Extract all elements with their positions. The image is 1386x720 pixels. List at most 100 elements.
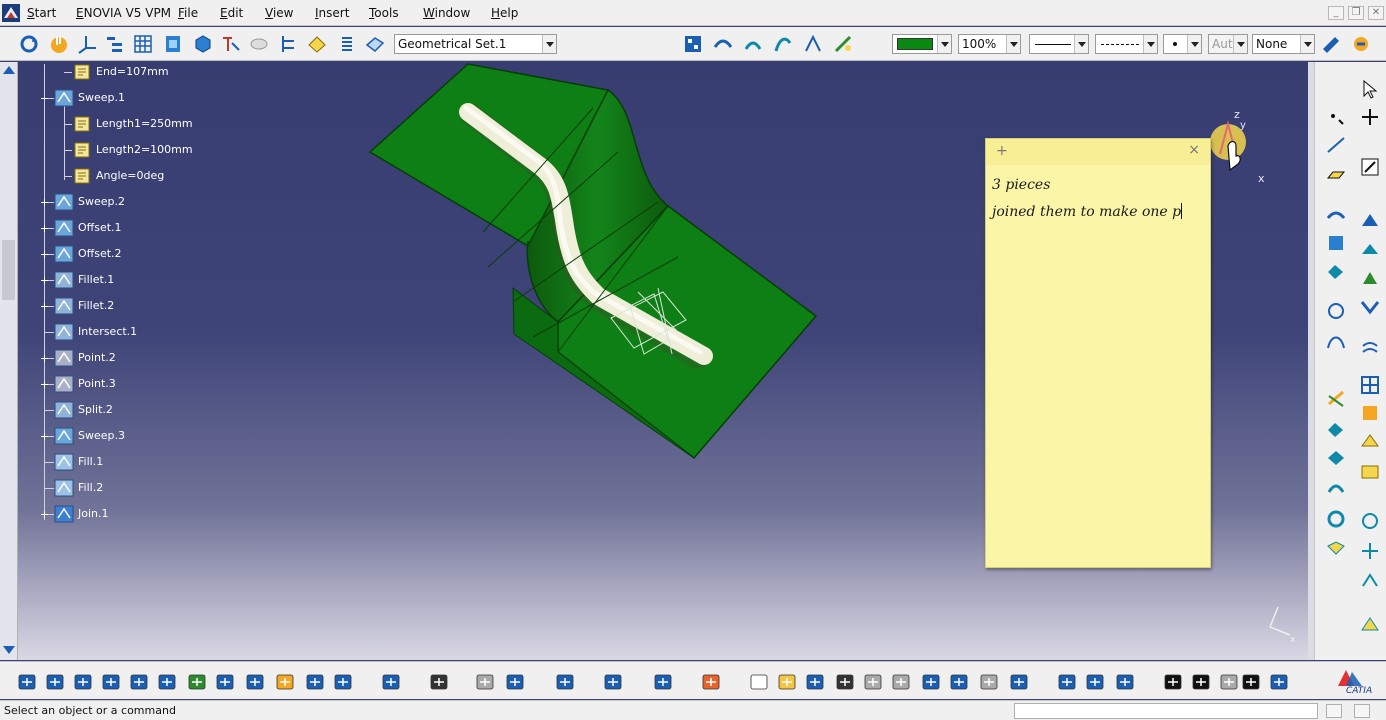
knowledge-icon[interactable] xyxy=(1114,671,1136,693)
cut-icon[interactable] xyxy=(862,671,884,693)
fly-mode-icon[interactable] xyxy=(16,671,38,693)
menu-help[interactable]: Help xyxy=(491,6,518,20)
minimize-icon[interactable]: _ xyxy=(1328,6,1344,20)
camera-icon[interactable] xyxy=(428,671,450,693)
undo-icon[interactable] xyxy=(948,671,970,693)
reorder-icon[interactable] xyxy=(1268,671,1290,693)
transform-icon[interactable] xyxy=(1325,448,1347,470)
axis-system-icon[interactable] xyxy=(76,33,98,55)
status-button-icon[interactable] xyxy=(1354,704,1370,718)
print-icon[interactable] xyxy=(834,671,856,693)
pan-icon[interactable] xyxy=(72,671,94,693)
line-icon[interactable] xyxy=(1325,134,1347,156)
expand-plus-icon[interactable] xyxy=(41,381,48,388)
new-icon[interactable] xyxy=(748,671,770,693)
expand-plus-icon[interactable] xyxy=(41,355,48,362)
offset-icon[interactable] xyxy=(1359,338,1381,360)
fit-all-icon[interactable] xyxy=(44,671,66,693)
healing-icon[interactable] xyxy=(1359,430,1381,452)
redo-icon[interactable] xyxy=(978,671,1000,693)
expand-plus-icon[interactable] xyxy=(41,433,48,440)
swap-space-icon[interactable] xyxy=(332,671,354,693)
develop-icon[interactable] xyxy=(1359,614,1381,636)
extrude-icon[interactable] xyxy=(1359,210,1381,232)
graph-icon[interactable] xyxy=(652,671,674,693)
cut-plane-icon[interactable] xyxy=(474,671,496,693)
3d-point-icon[interactable] xyxy=(1359,106,1381,128)
scale-icon[interactable] xyxy=(1325,508,1347,530)
reflect-line-icon[interactable] xyxy=(1325,260,1347,282)
extremum-icon[interactable] xyxy=(1359,540,1381,562)
zoom-in-icon[interactable] xyxy=(128,671,150,693)
transparency-dropdown[interactable]: 100% xyxy=(958,34,1021,54)
paste-icon[interactable] xyxy=(920,671,942,693)
body-icon[interactable] xyxy=(162,33,184,55)
close-icon[interactable]: ✕ xyxy=(1368,6,1384,20)
normal-view-icon[interactable] xyxy=(186,671,208,693)
measure-icon[interactable] xyxy=(602,671,624,693)
point-icon[interactable] xyxy=(1325,106,1347,128)
close-note-icon[interactable]: × xyxy=(1188,142,1200,158)
join-icon[interactable] xyxy=(1325,418,1347,440)
symmetry-icon[interactable] xyxy=(1325,478,1347,500)
formula-icon[interactable] xyxy=(1162,671,1184,693)
comment-icon[interactable] xyxy=(1190,671,1212,693)
sketch-edit-icon[interactable] xyxy=(1359,156,1381,178)
solid-icon[interactable] xyxy=(192,33,214,55)
linestyle-dropdown[interactable] xyxy=(1095,34,1158,54)
list-icon[interactable] xyxy=(336,33,358,55)
table-icon[interactable] xyxy=(1240,671,1262,693)
expand-plus-icon[interactable] xyxy=(41,511,48,518)
sphere-icon[interactable] xyxy=(1359,268,1381,290)
expand-plus-icon[interactable] xyxy=(41,251,48,258)
expand-plus-icon[interactable] xyxy=(41,199,48,206)
snap-icon[interactable] xyxy=(220,33,242,55)
law-icon[interactable] xyxy=(1359,570,1381,592)
cylinder-icon[interactable] xyxy=(1359,296,1381,318)
extrapolate-icon[interactable] xyxy=(802,33,824,55)
combine-icon[interactable] xyxy=(1325,232,1347,254)
catalog-icon[interactable] xyxy=(1084,671,1106,693)
deform-icon[interactable] xyxy=(712,33,734,55)
affinity-icon[interactable] xyxy=(1325,538,1347,560)
painter-icon[interactable] xyxy=(1320,33,1342,55)
select-arrow-icon[interactable] xyxy=(1359,78,1381,100)
sticky-note[interactable]: + × 3 pieces joined them to make one p xyxy=(985,138,1211,568)
menu-file[interactable]: File xyxy=(178,6,198,20)
compass-icon[interactable] xyxy=(1056,671,1078,693)
save-icon[interactable] xyxy=(804,671,826,693)
section-icon[interactable] xyxy=(504,671,526,693)
shading-icon[interactable] xyxy=(274,671,296,693)
iso-view-icon[interactable] xyxy=(244,671,266,693)
whats-this-icon[interactable] xyxy=(1008,671,1030,693)
apply-material-icon[interactable] xyxy=(682,33,704,55)
expand-plus-icon[interactable] xyxy=(41,303,48,310)
menu-enovia[interactable]: ENOVIA V5 VPM xyxy=(76,6,171,20)
menu-view[interactable]: View xyxy=(265,6,293,20)
tree-expand-icon[interactable] xyxy=(104,33,126,55)
update-icon[interactable] xyxy=(18,33,40,55)
expand-plus-icon[interactable] xyxy=(41,277,48,284)
hide-show-icon[interactable] xyxy=(248,33,270,55)
zoom-out-icon[interactable] xyxy=(156,671,178,693)
hand-icon[interactable] xyxy=(48,33,70,55)
collapse-minus-icon[interactable] xyxy=(41,98,48,99)
menu-tools[interactable]: Tools xyxy=(369,6,399,20)
rotate-icon[interactable] xyxy=(1359,510,1381,532)
sketch-icon[interactable] xyxy=(306,33,328,55)
projection-icon[interactable] xyxy=(1325,204,1347,226)
connect-curve-icon[interactable] xyxy=(772,33,794,55)
copy-icon[interactable] xyxy=(890,671,912,693)
boundary-icon[interactable] xyxy=(1359,460,1381,482)
color-dropdown[interactable] xyxy=(892,34,952,54)
grid-icon[interactable] xyxy=(132,33,154,55)
quick-view-icon[interactable] xyxy=(214,671,236,693)
split-icon[interactable] xyxy=(1325,388,1347,410)
point-style-dropdown[interactable] xyxy=(1163,34,1202,54)
geometrical-set-dropdown[interactable]: Geometrical Set.1 xyxy=(394,34,557,54)
note-line-2[interactable]: joined them to make one p xyxy=(992,203,1183,220)
analysis-icon[interactable] xyxy=(832,33,854,55)
trim-icon[interactable] xyxy=(1359,402,1381,424)
linetype-dropdown[interactable] xyxy=(1029,34,1089,54)
restore-icon[interactable]: ❐ xyxy=(1348,6,1364,20)
